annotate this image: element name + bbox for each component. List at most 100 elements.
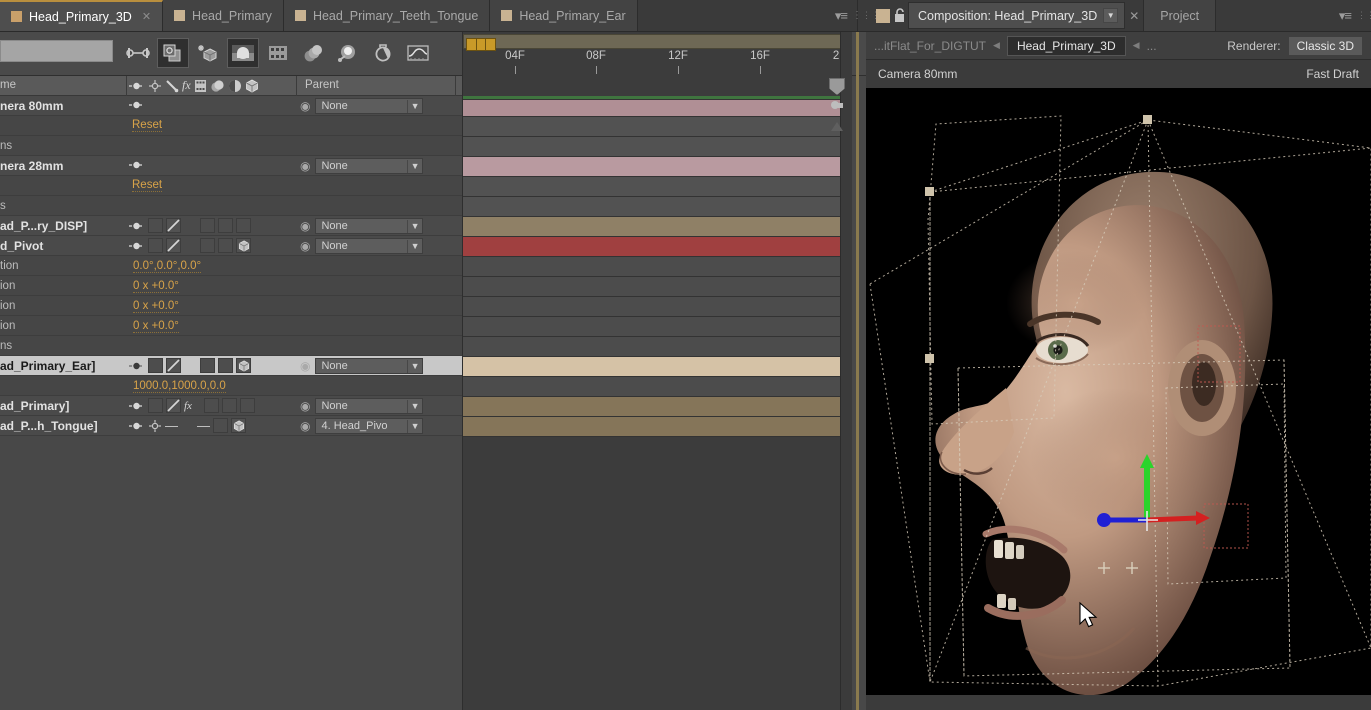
collapse-icon[interactable] <box>228 79 242 93</box>
lock-icon[interactable] <box>890 0 908 31</box>
renderer-value[interactable]: Classic 3D <box>1287 35 1363 56</box>
video-switch-icon[interactable] <box>128 399 145 413</box>
video-switch-icon[interactable] <box>128 158 145 172</box>
3d-layer-box[interactable] <box>239 398 255 413</box>
effects-fx-icon[interactable]: fx <box>182 78 191 93</box>
close-icon[interactable]: ✕ <box>142 10 151 23</box>
parent-pickwhip-icon[interactable]: ◉ <box>300 359 310 373</box>
tab-head-primary-ear[interactable]: Head_Primary_Ear <box>490 0 638 31</box>
table-row[interactable]: Reset <box>0 176 462 196</box>
table-row[interactable]: Reset <box>0 116 462 136</box>
composition-canvas[interactable] <box>866 88 1371 695</box>
left-arrow-icon[interactable]: ◀ <box>993 40 1000 51</box>
adjustment-box[interactable] <box>213 418 228 433</box>
parent-dropdown[interactable]: None ▼ <box>315 98 424 114</box>
graph-editor-icon[interactable] <box>402 38 434 68</box>
close-icon[interactable]: ✕ <box>1125 0 1143 31</box>
video-switch-icon[interactable] <box>128 98 145 112</box>
parent-dropdown[interactable]: None ▼ <box>315 218 424 234</box>
tab-head-primary[interactable]: Head_Primary <box>163 0 284 31</box>
parent-pickwhip-icon[interactable]: ◉ <box>300 219 310 233</box>
table-row[interactable]: tion 0.0°,0.0°,0.0° <box>0 256 462 276</box>
parent-pickwhip-icon[interactable]: ◉ <box>300 239 310 253</box>
layer-bar-camera80[interactable] <box>463 100 841 117</box>
table-row[interactable]: ion 0 x +0.0° <box>0 276 462 296</box>
motion-blur-icon[interactable] <box>194 79 207 93</box>
tab-head-primary-3d[interactable]: Head_Primary_3D ✕ <box>0 0 164 31</box>
property-value[interactable]: 1000.0,1000.0,0.0 <box>133 380 226 393</box>
audio-switch-icon[interactable] <box>148 79 162 93</box>
table-row[interactable]: ad_P...ry_DISP] ◉ None ▼ <box>0 216 462 236</box>
solo-switch-box[interactable] <box>166 218 181 233</box>
parent-dropdown[interactable]: 4. Head_Pivo ▼ <box>315 418 424 434</box>
table-row[interactable]: ion 0 x +0.0° <box>0 316 462 336</box>
parent-dropdown[interactable]: None ▼ <box>315 158 424 174</box>
reset-link[interactable]: Reset <box>132 179 163 192</box>
layer-bar-pivot[interactable] <box>463 237 841 257</box>
search-input[interactable] <box>0 40 113 62</box>
work-area-bar[interactable] <box>463 34 841 51</box>
table-row[interactable]: d_Pivot ◉ None ▼ <box>0 236 462 256</box>
parent-cell[interactable]: ◉ None ▼ <box>300 158 424 174</box>
parent-cell[interactable]: ◉ None ▼ <box>300 218 424 234</box>
motion-blur-box[interactable] <box>200 218 215 233</box>
solo-switch-box[interactable] <box>166 398 181 413</box>
breadcrumb-current[interactable]: Head_Primary_3D <box>1006 35 1126 56</box>
layer-bar-camera28[interactable] <box>463 157 841 177</box>
reset-link[interactable]: Reset <box>132 119 163 132</box>
solo-switch-box[interactable] <box>166 358 181 373</box>
effects-fx-icon[interactable]: fx <box>184 400 192 412</box>
layer-bar-tongue[interactable] <box>463 417 841 437</box>
parent-cell[interactable]: ◉ None ▼ <box>300 98 424 114</box>
3d-layer-box[interactable] <box>231 418 246 433</box>
solo-dash-icon[interactable]: — <box>165 419 178 432</box>
adjustment-box[interactable] <box>218 218 233 233</box>
panel-menu-icon[interactable]: ▾≡ <box>1339 8 1352 24</box>
property-value[interactable]: 0 x +0.0° <box>133 280 179 293</box>
audio-switch-box[interactable] <box>148 358 163 373</box>
parent-dropdown[interactable]: None ▼ <box>315 238 424 254</box>
spheres-icon[interactable] <box>297 38 329 68</box>
table-row[interactable]: ad_Primary_Ear] ◉ None ▼ <box>0 356 462 376</box>
table-row[interactable]: 1000.0,1000.0,0.0 <box>0 376 462 396</box>
motion-blur-box[interactable] <box>203 398 219 413</box>
motion-blur-box[interactable] <box>200 358 215 373</box>
parent-cell[interactable]: ◉ None ▼ <box>300 358 424 374</box>
video-switch-icon[interactable] <box>128 79 145 93</box>
3d-layer-box[interactable] <box>236 358 251 373</box>
audio-switch-box[interactable] <box>148 398 163 413</box>
parent-dropdown[interactable]: None ▼ <box>315 358 424 374</box>
layer-bar-ear[interactable] <box>463 357 841 377</box>
new-3d-object-icon[interactable] <box>192 38 224 68</box>
audio-switch-icon[interactable] <box>148 419 162 433</box>
layers-overlay-icon[interactable] <box>157 38 189 68</box>
table-row[interactable]: ad_Primary] fx ◉ None ▼ <box>0 396 462 416</box>
property-value[interactable]: 0 x +0.0° <box>133 320 179 333</box>
adjustment-icon[interactable] <box>210 79 225 93</box>
video-switch-icon[interactable] <box>128 219 145 233</box>
timeline-scrollbar[interactable] <box>840 32 852 710</box>
panel-gripper[interactable]: ⋮⋮ <box>862 0 880 31</box>
3d-layer-box[interactable] <box>236 238 251 253</box>
parent-cell[interactable]: ◉ None ▼ <box>300 238 424 254</box>
parent-pickwhip-icon[interactable]: ◉ <box>300 99 310 113</box>
table-row[interactable]: ns <box>0 136 462 156</box>
parent-pickwhip-icon[interactable]: ◉ <box>300 399 310 413</box>
parent-dropdown[interactable]: None ▼ <box>315 398 424 414</box>
parent-cell[interactable]: ◉ 4. Head_Pivo ▼ <box>300 418 424 434</box>
video-switch-icon[interactable] <box>128 419 145 433</box>
chevron-down-icon[interactable]: ▼ <box>1103 8 1119 23</box>
table-row[interactable]: s <box>0 196 462 216</box>
parent-pickwhip-icon[interactable]: ◉ <box>300 159 310 173</box>
video-switch-icon[interactable] <box>128 239 145 253</box>
motion-blur-dash-icon[interactable]: — <box>197 419 210 432</box>
panel-gripper[interactable]: ⋮⋮ <box>1357 0 1371 31</box>
tab-project[interactable]: Project <box>1143 0 1217 31</box>
adjustment-box[interactable] <box>221 398 237 413</box>
fast-draft-label[interactable]: Fast Draft <box>1306 67 1359 81</box>
left-arrow-icon[interactable]: ◀ <box>1133 40 1140 51</box>
adjustment-box[interactable] <box>218 238 233 253</box>
table-row[interactable]: ns <box>0 336 462 356</box>
solo-switch-icon[interactable] <box>165 79 179 93</box>
layer-bar-primary[interactable] <box>463 397 841 417</box>
